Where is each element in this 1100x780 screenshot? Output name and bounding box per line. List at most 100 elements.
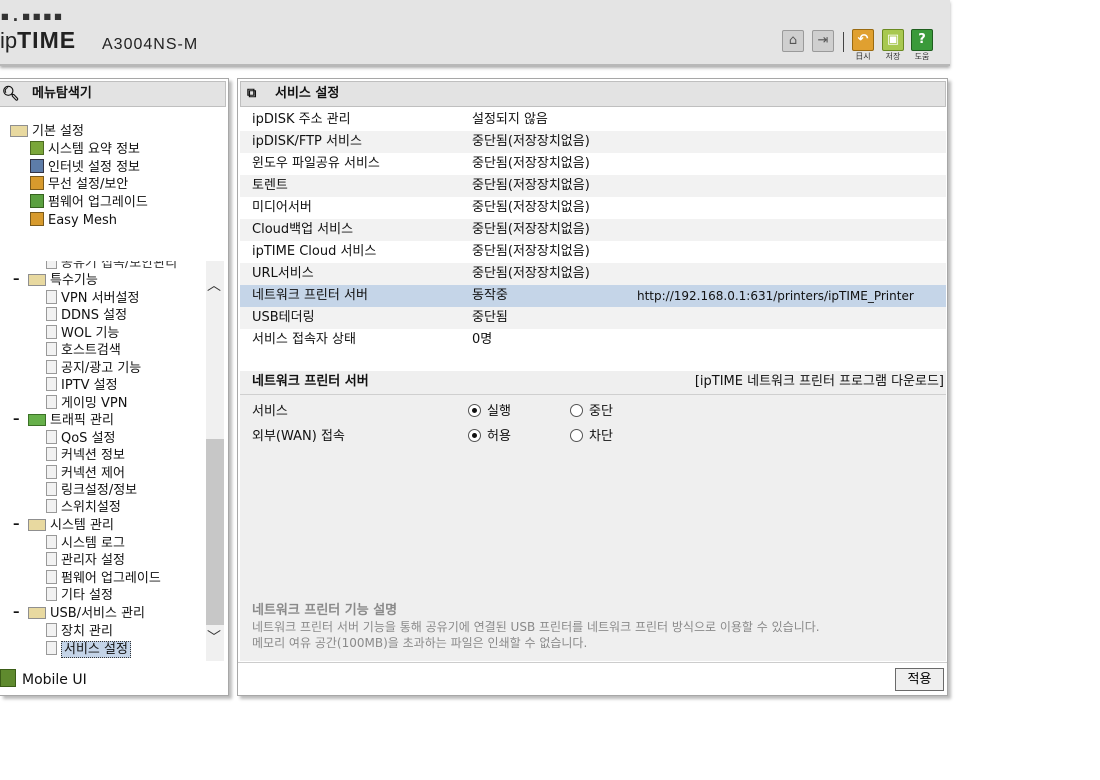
tree-special[interactable]: 특수기능 [28, 272, 98, 290]
chevron-up-icon[interactable]: ︿ [207, 275, 221, 295]
tree-label: 펌웨어 업그레이드 [61, 571, 161, 586]
window-icon: ⧉ [247, 86, 257, 101]
radio-on-icon [468, 429, 481, 442]
collapse-icon[interactable]: – [13, 412, 20, 427]
tree-traffic[interactable]: 트래픽 관리 [28, 412, 114, 430]
exit-icon[interactable]: ⇥ [812, 30, 834, 52]
tree-item[interactable]: 링크설정/정보 [46, 482, 137, 500]
tree-item-firmware[interactable]: 펌웨어 업그레이드 [30, 194, 148, 212]
save-button[interactable]: ▣ 저장 [881, 29, 905, 65]
tree-item[interactable]: 기타 설정 [46, 587, 113, 605]
printer-url[interactable]: http://192.168.0.1:631/printers/ipTIME_P… [637, 285, 914, 307]
section-title: 네트워크 프린터 서버 [252, 374, 369, 389]
tree-label: DDNS 설정 [61, 308, 128, 323]
tree-item[interactable]: 스위치설정 [46, 499, 121, 517]
tree-label: 커넥션 제어 [61, 466, 125, 481]
tree-system[interactable]: 시스템 관리 [28, 517, 114, 535]
apply-button[interactable]: 적용 [895, 668, 944, 691]
network-icon [30, 159, 44, 173]
scrollbar-thumb[interactable] [206, 439, 224, 625]
page-icon [46, 430, 57, 444]
service-status: 설정되지 않음 [472, 112, 548, 127]
printer-download-link[interactable]: [ipTIME 네트워크 프린터 프로그램 다운로드] [695, 371, 944, 393]
undo-button[interactable]: ↶ 日시 [851, 29, 875, 65]
service-settings-panel: ⧉ 서비스 설정 ipDISK 주소 관리 설정되지 않음 ipDISK/FTP … [237, 78, 948, 696]
printer-server-section: 네트워크 프린터 서버 [ipTIME 네트워크 프린터 프로그램 다운로드] … [240, 371, 946, 661]
model-name: A3004NS-M [102, 36, 199, 53]
tree-label: IPTV 설정 [61, 378, 118, 393]
undo-label: 日시 [855, 52, 871, 61]
collapse-icon[interactable]: – [13, 272, 20, 287]
tree-label: 시스템 요약 정보 [48, 142, 140, 157]
tree-item[interactable]: 시스템 로그 [46, 535, 125, 553]
tree-item[interactable]: QoS 설정 [46, 430, 116, 448]
page-icon [46, 447, 57, 461]
tree-label: 특수기능 [50, 273, 98, 288]
tree-usb[interactable]: USB/서비스 관리 [28, 605, 145, 623]
collapse-icon[interactable]: – [13, 517, 20, 532]
tree-item[interactable]: WOL 기능 [46, 325, 119, 343]
tree-label: 링크설정/정보 [61, 483, 138, 498]
tree-basic-settings[interactable]: 기본 설정 [10, 123, 84, 141]
service-run-radio[interactable]: 실행 [468, 401, 511, 423]
tree-item[interactable]: 호스트검색 [46, 342, 121, 360]
service-name: ipDISK/FTP 서비스 [252, 134, 362, 149]
tree-item-wireless[interactable]: 무선 설정/보안 [30, 176, 128, 194]
wan-block-radio[interactable]: 차단 [570, 426, 613, 448]
menu-scrollbar[interactable]: ︿ ﹀ [206, 261, 224, 661]
menu-explorer-panel: 🔍︎ 메뉴탐색기 기본 설정 시스템 요약 정보 인터넷 설정 정보 무선 설정… [0, 78, 229, 696]
tree-label: 스위치설정 [61, 500, 121, 515]
wan-allow-radio[interactable]: 허용 [468, 426, 511, 448]
table-row: 윈도우 파일공유 서비스 중단됨(저장장치없음) [240, 153, 946, 175]
radio-off-icon [570, 404, 583, 417]
tree-item-internet[interactable]: 인터넷 설정 정보 [30, 159, 140, 177]
mobile-ui-link[interactable]: Mobile UI [0, 669, 87, 689]
tree-item[interactable]: 커넥션 정보 [46, 447, 125, 465]
tree-item[interactable]: VPN 서버설정 [46, 290, 139, 308]
tree-label: 인터넷 설정 정보 [48, 160, 140, 175]
tree-item[interactable]: 펌웨어 업그레이드 [46, 570, 161, 588]
table-row-selected[interactable]: 네트워크 프린터 서버 동작중 http://192.168.0.1:631/pri… [240, 285, 946, 307]
tree-label: 공유기 접속/보안관리 [61, 261, 178, 271]
help-button[interactable]: ? 도움 [910, 29, 934, 65]
save-icon: ▣ [882, 29, 904, 51]
tree-item[interactable]: DDNS 설정 [46, 307, 127, 325]
tree-item-selected[interactable]: 서비스 설정 [46, 641, 131, 659]
wan-option-row: 외부(WAN) 접속 허용 차단 [252, 426, 942, 448]
service-name: 윈도우 파일공유 서비스 [252, 156, 380, 171]
tree-label: 커넥션 정보 [61, 448, 125, 463]
folder-icon [28, 519, 46, 531]
folder-icon [28, 607, 46, 619]
tree-item-system-summary[interactable]: 시스템 요약 정보 [30, 141, 140, 159]
service-name: 미디어서버 [252, 200, 312, 215]
divider [240, 394, 946, 395]
tree-item[interactable]: 커넥션 제어 [46, 465, 125, 483]
house-icon[interactable]: ⌂ [782, 30, 804, 52]
radio-on-icon [468, 404, 481, 417]
traffic-icon [28, 414, 46, 426]
table-row: 서비스 접속자 상태 0명 [240, 329, 946, 351]
service-settings-header: ⧉ 서비스 설정 [240, 81, 946, 107]
page-icon [46, 482, 57, 496]
logo-dots: ▪.▪▪▪▪ [0, 6, 64, 25]
tree-item[interactable]: IPTV 설정 [46, 377, 118, 395]
service-name: 서비스 접속자 상태 [252, 332, 356, 347]
tree-item[interactable]: 장치 관리 [46, 623, 113, 641]
collapse-icon[interactable]: – [13, 605, 20, 620]
service-status: 0명 [472, 332, 493, 347]
chevron-down-icon[interactable]: ﹀ [207, 627, 221, 647]
page-icon [46, 570, 57, 584]
tree-item[interactable]: 게이밍 VPN [46, 395, 127, 413]
table-row: ipDISK/FTP 서비스 중단됨(저장장치없음) [240, 131, 946, 153]
tree-item[interactable]: 관리자 설정 [46, 552, 125, 570]
divider [238, 662, 947, 663]
page-icon [46, 342, 57, 356]
page-icon [46, 587, 57, 601]
folder-icon [10, 125, 28, 137]
tree-item[interactable]: 공지/광고 기능 [46, 360, 141, 378]
tree-item-easymesh[interactable]: Easy Mesh [30, 212, 117, 230]
service-stop-radio[interactable]: 중단 [570, 401, 613, 423]
radio-label: 중단 [589, 404, 613, 419]
page-icon [46, 307, 57, 321]
tree-label: 무선 설정/보안 [48, 177, 129, 192]
